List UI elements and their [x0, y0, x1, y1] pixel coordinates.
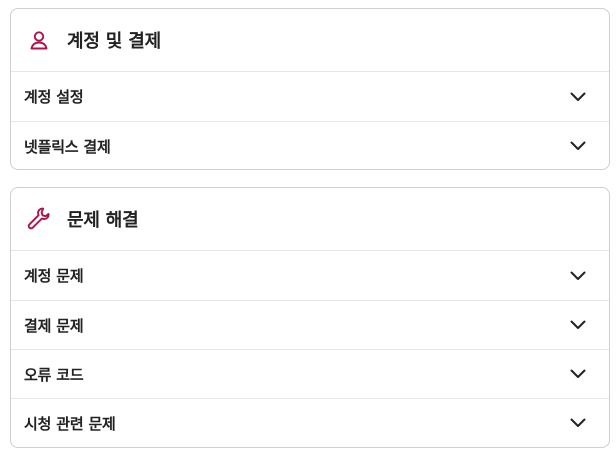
accordion-item-billing-issues[interactable]: 결제 문제	[11, 300, 609, 349]
wrench-icon	[25, 205, 53, 233]
troubleshooting-header: 문제 해결	[11, 188, 609, 251]
accordion-item-error-codes[interactable]: 오류 코드	[11, 349, 609, 398]
accordion-item-label: 결제 문제	[24, 316, 84, 335]
accordion-item-label: 넷플릭스 결제	[24, 137, 111, 156]
accordion-item-label: 계정 설정	[24, 88, 84, 106]
section-title: 문제 해결	[67, 210, 139, 231]
accordion-item-label: 시청 관련 문제	[24, 414, 116, 433]
troubleshooting-card: 문제 해결 계정 문제 결제 문제 오류 코드 시청 관련 문제	[10, 187, 610, 448]
accordion-item-label: 오류 코드	[24, 365, 84, 384]
chevron-down-icon	[569, 414, 587, 432]
accordion-item-netflix-billing[interactable]: 넷플릭스 결제	[11, 121, 609, 170]
accordion-item-account-issues[interactable]: 계정 문제	[11, 251, 609, 300]
chevron-down-icon	[569, 267, 587, 285]
accordion-item-account-settings[interactable]: 계정 설정	[11, 72, 609, 121]
chevron-down-icon	[569, 88, 587, 106]
section-title: 계정 및 결제	[67, 31, 161, 52]
account-billing-header: 계정 및 결제	[11, 9, 609, 72]
chevron-down-icon	[569, 137, 587, 155]
chevron-down-icon	[569, 316, 587, 334]
help-topics: 계정 및 결제 계정 설정 넷플릭스 결제 문제 해결 계정 문제 결제 문제 …	[0, 0, 616, 454]
chevron-down-icon	[569, 365, 587, 383]
accordion-item-watching-issues[interactable]: 시청 관련 문제	[11, 398, 609, 447]
person-icon	[25, 26, 53, 54]
accordion-item-label: 계정 문제	[24, 267, 84, 285]
account-billing-card: 계정 및 결제 계정 설정 넷플릭스 결제	[10, 8, 610, 170]
